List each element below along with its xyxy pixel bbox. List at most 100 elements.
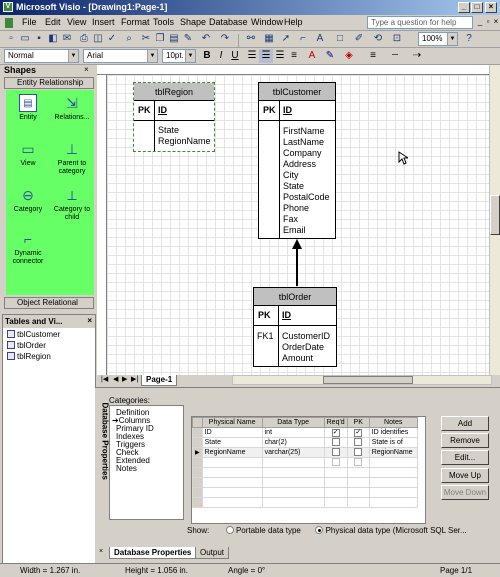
help-search-input[interactable]: Type a question for help — [367, 16, 473, 29]
style-select[interactable]: Normal ▼ — [4, 49, 79, 63]
justify-icon[interactable]: ≡ — [287, 49, 301, 63]
table-row[interactable]: ID int ✓ ✓ ID identifies — [192, 427, 418, 438]
entity-tblregion[interactable]: tblRegion PK ID State RegionName — [133, 82, 215, 152]
required-checkbox[interactable]: ✓ — [331, 429, 340, 437]
zoom-select[interactable]: 100% ▼ — [418, 32, 458, 46]
table-row[interactable]: State char(2) State is of — [192, 437, 418, 448]
chevron-down-icon[interactable]: ▼ — [447, 33, 457, 45]
column-header[interactable]: Notes — [368, 417, 418, 428]
doc-close-button[interactable]: × — [492, 17, 500, 27]
text-tool-icon[interactable]: A — [313, 32, 327, 46]
menu-window[interactable]: Window — [251, 17, 283, 27]
shapes-icon[interactable]: ▦ — [262, 32, 276, 46]
physical-label[interactable]: Physical data type — [326, 526, 391, 535]
line-pattern-icon[interactable]: ┄ — [388, 49, 402, 63]
portable-label[interactable]: Portable data type — [236, 526, 301, 535]
table-item[interactable]: tblOrder — [7, 341, 46, 350]
row-selector-arrow-icon[interactable]: ▶ — [192, 447, 203, 458]
line-ends-icon[interactable]: ⇢ — [410, 49, 424, 63]
entity-tblorder[interactable]: tblOrder PK ID FK1 CustomerID OrderDate … — [253, 287, 337, 367]
row-selector[interactable] — [192, 427, 203, 438]
column-header[interactable]: Physical Name — [201, 417, 263, 428]
menu-format[interactable]: Format — [121, 17, 150, 27]
stamp-icon[interactable]: ⊡ — [390, 32, 404, 46]
move-up-button[interactable]: Move Up — [441, 468, 489, 483]
line-weight-icon[interactable]: ≡ — [366, 49, 380, 63]
table-row-empty[interactable] — [192, 477, 418, 488]
close-button[interactable]: × — [485, 2, 497, 13]
shape-entity[interactable]: ▤ Entity — [6, 94, 50, 122]
spelling-icon[interactable]: ✓ — [105, 32, 119, 46]
relationship-connector[interactable] — [287, 239, 307, 287]
page-nav-prev-icon[interactable]: ◀ — [113, 375, 118, 383]
stencil-title-bar[interactable]: Entity Relationship — [4, 77, 94, 89]
table-row-selected[interactable]: ▶ RegionName varchar(25) RegionName — [192, 447, 418, 458]
table-item[interactable]: tblCustomer — [7, 330, 60, 339]
add-button[interactable]: Add — [441, 416, 489, 431]
italic-icon[interactable]: I — [214, 49, 228, 63]
menu-view[interactable]: View — [67, 17, 86, 27]
font-size-select[interactable]: 10pt. ▼ — [162, 49, 196, 63]
align-left-icon[interactable]: ☰ — [245, 49, 259, 63]
notes-cell[interactable]: State is of — [368, 437, 418, 448]
pk-cell[interactable] — [346, 437, 370, 448]
help-icon[interactable]: ? — [462, 32, 476, 46]
pk-checkbox[interactable] — [354, 448, 363, 456]
save-icon[interactable]: ▪ — [32, 32, 46, 46]
format-painter-icon[interactable]: ✎ — [181, 32, 195, 46]
horizontal-scrollbar[interactable] — [232, 375, 492, 385]
category-item[interactable]: Notes — [116, 464, 137, 473]
physical-radio[interactable] — [315, 526, 324, 534]
align-right-icon[interactable]: ☰ — [273, 49, 287, 63]
data-type-cell[interactable]: int — [261, 427, 325, 438]
hyperlink-icon[interactable]: ⚯ — [244, 32, 258, 46]
undo-icon[interactable]: ↶ — [199, 32, 213, 46]
vertical-scrollbar[interactable] — [489, 65, 500, 375]
table-row-empty[interactable] — [192, 467, 418, 478]
page-nav-first-icon[interactable]: |◀ — [101, 375, 108, 383]
required-checkbox[interactable] — [331, 438, 340, 446]
table-row-empty[interactable] — [192, 497, 418, 508]
email-icon[interactable]: ✉ — [60, 32, 74, 46]
bold-icon[interactable]: B — [200, 49, 214, 63]
shape-category[interactable]: ⊖ Category — [6, 186, 50, 214]
required-cell[interactable] — [323, 437, 348, 448]
new-icon[interactable]: ▫ — [4, 32, 18, 46]
row-selector[interactable] — [192, 437, 203, 448]
physical-name-cell[interactable]: ID — [201, 427, 263, 438]
column-header[interactable]: PK — [346, 417, 370, 428]
physical-name-cell[interactable]: State — [201, 437, 263, 448]
portable-radio[interactable] — [225, 526, 234, 534]
font-color-icon[interactable]: A — [305, 49, 319, 63]
print-preview-icon[interactable]: ◫ — [91, 32, 105, 46]
minimize-button[interactable]: _ — [458, 2, 470, 13]
table-item[interactable]: tblRegion — [7, 352, 51, 361]
paste-icon[interactable]: ▤ — [167, 32, 181, 46]
data-type-cell[interactable]: char(2) — [261, 437, 325, 448]
notes-cell[interactable]: ID identifies — [368, 427, 418, 438]
columns-grid[interactable]: Physical Name Data Type Req'd PK Notes I… — [191, 416, 426, 524]
page-nav-next-icon[interactable]: ▶ — [122, 375, 127, 383]
pk-cell[interactable] — [346, 447, 370, 458]
column-header[interactable]: Data Type — [261, 417, 325, 428]
maximize-button[interactable]: □ — [471, 2, 483, 13]
scroll-thumb[interactable] — [323, 376, 413, 384]
fill-color-icon[interactable]: ◈ — [342, 49, 356, 63]
page-nav-last-icon[interactable]: ▶| — [131, 375, 138, 383]
shape-view[interactable]: ▭ View — [6, 140, 50, 168]
close-icon[interactable]: × — [99, 548, 103, 555]
pointer-tool-icon[interactable]: ➚ — [279, 32, 293, 46]
required-cell[interactable] — [323, 447, 348, 458]
chevron-down-icon[interactable]: ▼ — [185, 50, 195, 62]
align-center-icon[interactable]: ☰ — [259, 49, 273, 63]
shape-relationship[interactable]: ⇲ Relations... — [50, 94, 94, 122]
cut-icon[interactable]: ✂ — [139, 32, 153, 46]
menu-edit[interactable]: Edit — [45, 17, 61, 27]
doc-restore-button[interactable]: ▫ — [484, 17, 492, 27]
table-row-empty[interactable] — [192, 487, 418, 498]
shape-dynamic-connector[interactable]: ⌐ Dynamic connector — [6, 230, 50, 266]
pane-close-icon[interactable]: × — [84, 65, 89, 74]
underline-icon[interactable]: U — [228, 49, 242, 63]
tab-output[interactable]: Output — [195, 547, 230, 559]
connector-tool-icon[interactable]: ⌐ — [296, 32, 310, 46]
